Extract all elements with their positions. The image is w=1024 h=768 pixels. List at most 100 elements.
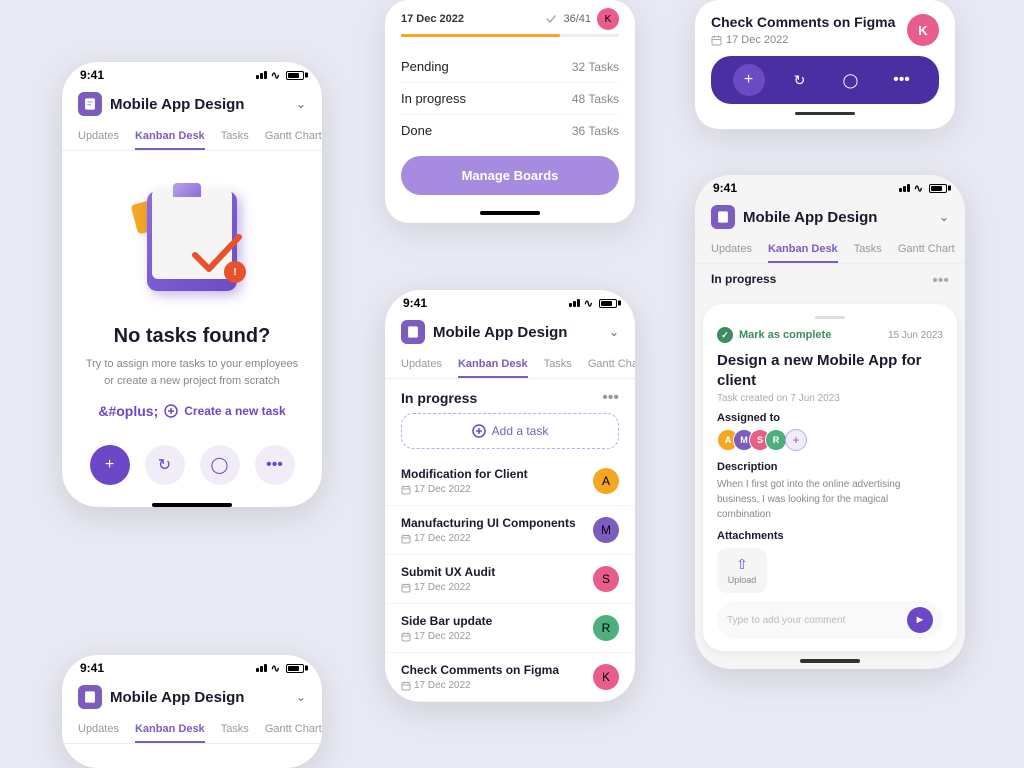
send-comment-btn[interactable]: ►: [907, 607, 933, 633]
app-header-4: Mobile App Design ⌄: [695, 199, 965, 237]
stat-inprogress-label: In progress: [401, 91, 466, 106]
stat-inprogress: In progress 48 Tasks: [401, 83, 619, 115]
tab-gantt-3[interactable]: Gantt Chart: [588, 352, 635, 378]
task-name-4: Check Comments on Figma: [401, 663, 559, 677]
card-body: Pending 32 Tasks In progress 48 Tasks Do…: [385, 37, 635, 207]
desc-label: Description: [717, 461, 943, 473]
phone-kanban: 9:41 ∿ Mobile App Design ⌄ Updates Kanba…: [385, 290, 635, 702]
status-bar-4: 9:41 ∿: [695, 175, 965, 199]
calendar-icon-3: [401, 632, 411, 642]
inprogress-label: In progress: [711, 272, 776, 290]
tab-updates-2[interactable]: Updates: [78, 717, 119, 743]
add-icon: [472, 424, 486, 438]
more-options-kanban[interactable]: •••: [602, 389, 619, 407]
clipboard-paper: [152, 189, 232, 279]
task-item-0[interactable]: Modification for Client 17 Dec 2022 A: [385, 457, 635, 506]
action-add-btn[interactable]: +: [733, 64, 765, 96]
tab-kanban-2[interactable]: Kanban Desk: [135, 717, 205, 743]
add-task-button[interactable]: Add a task: [401, 413, 619, 449]
figma-card-header: Check Comments on Figma 17 Dec 2022 K: [711, 14, 939, 46]
card-progress-count: 36/41: [563, 13, 591, 25]
empty-state: ! No tasks found? Try to assign more tas…: [62, 151, 322, 435]
create-task-link[interactable]: &#oplus; Create a new task: [98, 403, 285, 419]
tab-gantt-4[interactable]: Gantt Chart: [898, 237, 955, 263]
app-icon-4: [711, 205, 735, 229]
home-indicator-1: [152, 503, 232, 507]
tab-kanban-3[interactable]: Kanban Desk: [458, 352, 528, 378]
tab-kanban-4[interactable]: Kanban Desk: [768, 237, 838, 263]
tab-updates-4[interactable]: Updates: [711, 237, 752, 263]
chevron-icon-2[interactable]: ⌄: [296, 690, 306, 704]
tab-kanban-1[interactable]: Kanban Desk: [135, 124, 205, 150]
task-big-title: Design a new Mobile App for client: [717, 351, 943, 390]
tab-gantt-1[interactable]: Gantt Chart: [265, 124, 322, 150]
add-nav-btn[interactable]: +: [90, 445, 130, 485]
app-title-2: Mobile App Design: [110, 689, 244, 706]
task-name-2: Submit UX Audit: [401, 565, 495, 579]
tab-tasks-2[interactable]: Tasks: [221, 717, 249, 743]
status-time-2: 9:41: [80, 661, 104, 675]
nav-tabs-3: Updates Kanban Desk Tasks Gantt Chart Te…: [385, 352, 635, 379]
tab-tasks-3[interactable]: Tasks: [544, 352, 572, 378]
manage-boards-button[interactable]: Manage Boards: [401, 156, 619, 195]
task-detail-card: ✓ Mark as complete 15 Jun 2023 Design a …: [703, 304, 957, 651]
task-item-3[interactable]: Side Bar update 17 Dec 2022 R: [385, 604, 635, 653]
status-icons-4: ∿: [899, 182, 947, 195]
tab-gantt-2[interactable]: Gantt Chart: [265, 717, 322, 743]
signal-icon-3: [569, 299, 580, 307]
chevron-icon-4[interactable]: ⌄: [939, 210, 949, 224]
task-item-1[interactable]: Manufacturing UI Components 17 Dec 2022 …: [385, 506, 635, 555]
action-refresh-btn[interactable]: ↻: [784, 64, 816, 96]
chevron-icon-1[interactable]: ⌄: [296, 97, 306, 111]
tab-updates-3[interactable]: Updates: [401, 352, 442, 378]
app-title-1: Mobile App Design: [110, 96, 244, 113]
task-name-0: Modification for Client: [401, 467, 528, 481]
card-figma: Check Comments on Figma 17 Dec 2022 K + …: [695, 0, 955, 129]
app-icon-2: [78, 685, 102, 709]
avatar-add-btn[interactable]: +: [785, 429, 807, 451]
card-progress-area: 36/41 K: [545, 8, 619, 30]
signal-icon-4: [899, 184, 910, 192]
tab-updates-1[interactable]: Updates: [78, 124, 119, 150]
status-time-3: 9:41: [403, 296, 427, 310]
task-item-4[interactable]: Check Comments on Figma 17 Dec 2022 K: [385, 653, 635, 702]
app-title-4: Mobile App Design: [743, 209, 877, 226]
refresh-nav-btn[interactable]: ↻: [145, 445, 185, 485]
upload-box[interactable]: ⇧ Upload: [717, 548, 767, 593]
complete-date: 15 Jun 2023: [888, 330, 943, 341]
more-nav-btn[interactable]: •••: [255, 445, 295, 485]
phone-task-detail: 9:41 ∿ Mobile App Design ⌄ Updates Kanba…: [695, 175, 965, 669]
wifi-icon-3: ∿: [584, 297, 593, 310]
status-bar-1: 9:41 ∿: [62, 62, 322, 86]
calendar-icon-4: [401, 681, 411, 691]
add-task-label: Add a task: [492, 424, 549, 438]
status-bar-2: 9:41 ∿: [62, 655, 322, 679]
empty-subtitle: Try to assign more tasks to your employe…: [82, 356, 302, 389]
chevron-icon-3[interactable]: ⌄: [609, 325, 619, 339]
badge-orange: !: [224, 261, 246, 283]
upload-icon: ⇧: [736, 556, 748, 573]
view-nav-btn[interactable]: ◯: [200, 445, 240, 485]
action-view-btn[interactable]: ◯: [835, 64, 867, 96]
inprogress-more[interactable]: •••: [932, 272, 949, 290]
tab-tasks-4[interactable]: Tasks: [854, 237, 882, 263]
action-more-btn[interactable]: •••: [886, 64, 918, 96]
mark-complete-label: Mark as complete: [739, 329, 831, 341]
task-date-4: 17 Dec 2022: [401, 680, 559, 691]
task-name-3: Side Bar update: [401, 614, 492, 628]
task-avatar-3: R: [593, 615, 619, 641]
home-indicator-figma: [795, 112, 855, 115]
tab-tasks-1[interactable]: Tasks: [221, 124, 249, 150]
phone-bottom-left: 9:41 ∿ Mobile App Design ⌄ Updates Kanba…: [62, 655, 322, 768]
task-avatar-4: K: [593, 664, 619, 690]
stat-inprogress-count: 48 Tasks: [572, 92, 619, 106]
status-bar-3: 9:41 ∿: [385, 290, 635, 314]
section-title-kanban: In progress: [401, 390, 477, 406]
status-time-1: 9:41: [80, 68, 104, 82]
section-header-kanban: In progress •••: [385, 379, 635, 413]
mark-complete-btn[interactable]: ✓ Mark as complete: [717, 327, 831, 343]
figma-action-bar: + ↻ ◯ •••: [711, 56, 939, 104]
task-item-2[interactable]: Submit UX Audit 17 Dec 2022 S: [385, 555, 635, 604]
card-stats: 17 Dec 2022 36/41 K Pending 32 Tasks In …: [385, 0, 635, 223]
stat-done-count: 36 Tasks: [572, 124, 619, 138]
